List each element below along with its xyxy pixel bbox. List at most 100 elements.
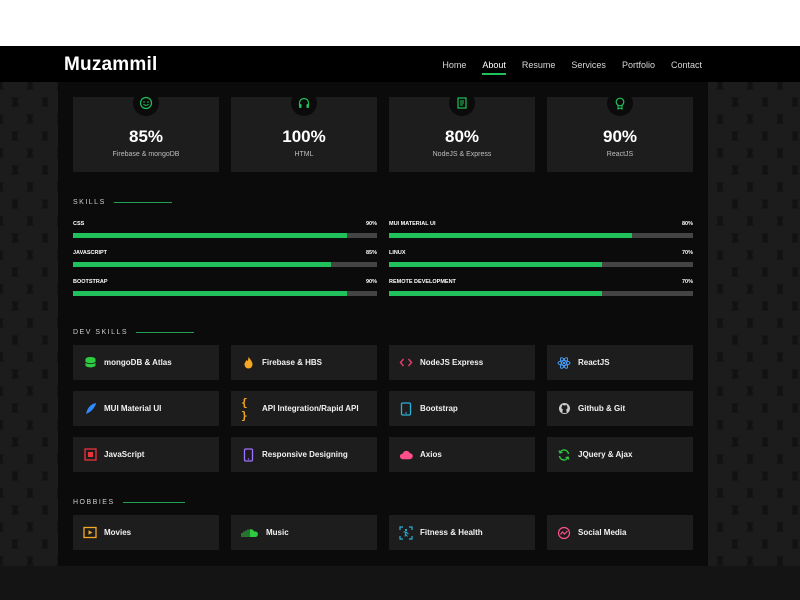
dev-skill-card[interactable]: NodeJS Express [389, 345, 535, 380]
nav-contact[interactable]: Contact [671, 60, 702, 70]
section-divider [136, 332, 195, 333]
dev-skills-row: mongoDB & Atlas Firebase & HBS NodeJS Ex… [73, 345, 693, 380]
dev-skill-card[interactable]: MUI Material UI [73, 391, 219, 426]
skill-bar: LINUX 70% [389, 250, 693, 267]
card-label: Movies [104, 528, 132, 537]
dev-skills-heading: DEV SKILLS [73, 329, 195, 336]
card-label: Social Media [578, 528, 627, 537]
social-icon [557, 526, 571, 540]
nav-about[interactable]: About [482, 60, 506, 75]
dev-skill-card[interactable]: Bootstrap [389, 391, 535, 426]
stat-label: HTML [294, 151, 314, 158]
skill-percent: 90% [365, 279, 377, 285]
dev-skill-card[interactable]: Firebase & HBS [231, 345, 377, 380]
dev-skills-row: MUI Material UI { } API Integration/Rapi… [73, 391, 693, 426]
top-band [0, 0, 800, 46]
refresh-icon [557, 448, 571, 462]
skill-percent: 90% [365, 221, 377, 227]
card-label: Github & Git [578, 404, 626, 413]
dev-skill-card[interactable]: Responsive Designing [231, 437, 377, 472]
card-label: Fitness & Health [420, 528, 483, 537]
skill-bar: MUI MATERIAL UI 80% [389, 221, 693, 238]
skill-fill [73, 233, 347, 238]
skill-percent: 80% [681, 221, 693, 227]
card-label: JavaScript [104, 450, 145, 459]
card-label: Music [266, 528, 289, 537]
skill-percent: 70% [681, 250, 693, 256]
skill-fill [389, 233, 633, 238]
nav-services[interactable]: Services [571, 60, 606, 70]
skill-fill [389, 262, 602, 267]
skills-title: SKILLS [73, 199, 106, 206]
skills-heading: SKILLS [73, 199, 172, 206]
dev-skill-card[interactable]: JQuery & Ajax [547, 437, 693, 472]
stat-card: 85% Firebase & mongoDB [73, 90, 219, 172]
smile-icon [133, 90, 159, 116]
flame-icon [241, 356, 255, 370]
hobby-card[interactable]: Fitness & Health [389, 515, 535, 550]
card-label: Responsive Designing [262, 450, 348, 459]
stat-label: NodeJS & Express [432, 151, 492, 158]
card-label: mongoDB & Atlas [104, 358, 172, 367]
skill-track [389, 291, 693, 296]
site-logo[interactable]: Muzammil [64, 54, 157, 76]
stat-value: 85% [128, 127, 164, 146]
skill-percent: 70% [681, 279, 693, 285]
section-divider [113, 202, 172, 203]
soundcloud-icon [241, 526, 259, 540]
skill-bar: JAVASCRIPT 85% [73, 250, 377, 267]
hobbies-title: HOBBIES [73, 499, 115, 506]
film-icon [83, 526, 97, 540]
dev-skill-card[interactable]: { } API Integration/Rapid API [231, 391, 377, 426]
dev-skill-card[interactable]: Axios [389, 437, 535, 472]
card-label: NodeJS Express [420, 358, 484, 367]
card-label: Firebase & HBS [262, 358, 323, 367]
dev-skill-card[interactable]: Github & Git [547, 391, 693, 426]
hobby-card[interactable]: Music [231, 515, 377, 550]
skill-name: MUI MATERIAL UI [389, 221, 436, 227]
section-divider [122, 502, 185, 503]
card-label: MUI Material UI [104, 404, 162, 413]
skill-track [73, 262, 377, 267]
skill-name: REMOTE DEVELOPMENT [389, 279, 456, 285]
headphones-icon [291, 90, 317, 116]
skill-fill [389, 291, 602, 296]
skill-name: CSS [73, 221, 85, 227]
database-icon [83, 356, 97, 370]
braces-icon: { } [241, 395, 248, 422]
card-label: Axios [420, 450, 442, 459]
hobby-card[interactable]: Social Media [547, 515, 693, 550]
stat-label: Firebase & mongoDB [112, 151, 180, 158]
phone-icon [241, 447, 255, 462]
skill-track [73, 233, 377, 238]
hobbies-row: Movies Music Fitness & Health Social Med… [73, 515, 693, 550]
card-label: ReactJS [578, 358, 610, 367]
card-label: Bootstrap [420, 404, 458, 413]
dev-skill-card[interactable]: JavaScript [73, 437, 219, 472]
js-icon [83, 448, 97, 462]
stats-row: 85% Firebase & mongoDB 100% HTML 80% Nod… [73, 90, 693, 172]
card-label: API Integration/Rapid API [262, 404, 359, 413]
skill-bar: CSS 90% [73, 221, 377, 238]
skill-bar: BOOTSTRAP 90% [73, 279, 377, 296]
stat-card: 80% NodeJS & Express [389, 90, 535, 172]
skill-percent: 85% [365, 250, 377, 256]
nav-portfolio[interactable]: Portfolio [622, 60, 655, 70]
dev-skill-card[interactable]: mongoDB & Atlas [73, 345, 219, 380]
skill-name: LINUX [389, 250, 406, 256]
skill-track [389, 262, 693, 267]
stat-value: 100% [282, 127, 326, 146]
stat-value: 80% [444, 127, 480, 146]
stat-card: 90% ReactJS [547, 90, 693, 172]
stat-label: ReactJS [606, 151, 634, 158]
main-nav: Home About Resume Services Portfolio Con… [442, 60, 702, 75]
skill-fill [73, 291, 347, 296]
skill-fill [73, 262, 332, 267]
nav-resume[interactable]: Resume [522, 60, 556, 70]
nav-home[interactable]: Home [442, 60, 466, 70]
github-icon [557, 402, 571, 416]
stat-card: 100% HTML [231, 90, 377, 172]
hobby-card[interactable]: Movies [73, 515, 219, 550]
dev-skill-card[interactable]: ReactJS [547, 345, 693, 380]
fitness-icon [399, 525, 413, 540]
